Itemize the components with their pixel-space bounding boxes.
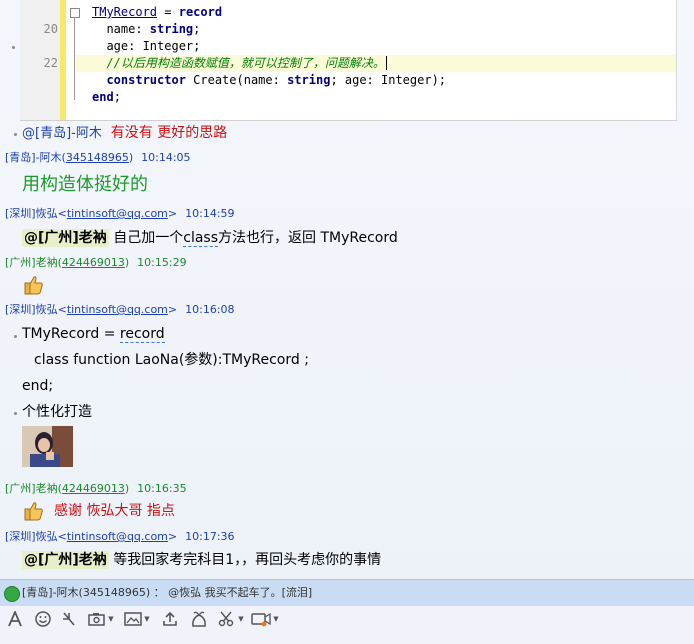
fold-line xyxy=(74,18,75,100)
code-screenshot-image[interactable]: 20 22 TMyRecord = record name: string; a… xyxy=(20,0,677,121)
record-icon[interactable]: ▼ xyxy=(250,609,280,629)
scissors-icon[interactable]: ▼ xyxy=(216,609,246,629)
mention-tag[interactable]: @[广州]老衲 xyxy=(22,229,109,247)
latest-message-text: [青岛]-阿木(345148965) ： @恢弘 我买不起车了。[流泪] xyxy=(22,586,313,599)
code-line: constructor Create(name: string; age: In… xyxy=(92,73,447,87)
message-text: @[青岛]-阿木 有没有 更好的思路 xyxy=(22,125,228,141)
code-gutter: 20 22 xyxy=(20,0,60,120)
sender-name: [广州]老衲( xyxy=(5,482,62,495)
latest-message-bar[interactable]: [青岛]-阿木(345148965) ： @恢弘 我买不起车了。[流泪] xyxy=(0,579,694,606)
sender-name: [深圳]恢弘< xyxy=(5,303,67,316)
shake-icon[interactable] xyxy=(60,609,78,629)
message-text: @[广州]老衲 等我回家考完科目1，，再回头考虑你的事情 xyxy=(22,551,382,569)
change-bar xyxy=(60,0,66,120)
timestamp: 10:14:59 xyxy=(185,207,235,220)
code-line: TMyRecord = record xyxy=(92,5,223,19)
gift-icon[interactable] xyxy=(188,609,210,629)
sender-name: [深圳]恢弘< xyxy=(5,207,67,220)
screenshot-icon[interactable]: ▼ xyxy=(86,609,116,629)
image-icon[interactable]: ▼ xyxy=(122,609,152,629)
line-number: 20 xyxy=(43,22,58,36)
sender-name: [深圳]恢弘< xyxy=(5,530,67,543)
message-line: end; xyxy=(22,378,54,394)
input-toolbar: ▼ ▼ ▼ ▼ xyxy=(0,606,694,644)
thumbs-up-icon xyxy=(24,502,43,521)
sender-id-link[interactable]: 345148965 xyxy=(66,151,129,164)
message-line: TMyRecord = record xyxy=(22,326,165,343)
shared-photo-image[interactable] xyxy=(22,426,73,467)
code-line: age: Integer; xyxy=(92,39,201,53)
message-text: 感谢 恢弘大哥 指点 xyxy=(54,503,175,519)
sender-id-link[interactable]: 424469013 xyxy=(62,482,125,495)
code-line: //以后用构造函数赋值，就可以控制了，问题解决。 xyxy=(76,55,676,72)
upload-icon[interactable] xyxy=(160,609,180,629)
mention-tag[interactable]: @[广州]老衲 xyxy=(22,551,109,569)
timestamp: 10:15:29 xyxy=(137,256,187,269)
bullet xyxy=(12,46,15,49)
message-text: 用构造体挺好的 xyxy=(22,174,148,195)
sender-email-link[interactable]: tintinsoft@qq.com xyxy=(67,530,168,543)
fold-toggle-icon xyxy=(70,8,80,18)
message-header: [青岛]-阿木(345148965) 10:14:05 xyxy=(5,151,191,164)
font-icon[interactable] xyxy=(6,609,24,629)
timestamp: 10:16:08 xyxy=(185,303,235,316)
bullet xyxy=(14,412,17,415)
timestamp: 10:14:05 xyxy=(141,151,191,164)
chat-history: 20 22 TMyRecord = record name: string; a… xyxy=(0,0,694,578)
timestamp: 10:17:36 xyxy=(185,530,235,543)
message-header: [广州]老衲(424469013) 10:16:35 xyxy=(5,482,187,495)
message-header: [深圳]恢弘<tintinsoft@qq.com> 10:14:59 xyxy=(5,207,235,220)
chat-bubble-icon xyxy=(4,586,20,602)
emoji-icon[interactable] xyxy=(34,609,52,629)
sender-email-link[interactable]: tintinsoft@qq.com xyxy=(67,207,168,220)
message-line: 个性化打造 xyxy=(22,404,92,420)
message-line: class function LaoNa(参数):TMyRecord ; xyxy=(34,352,309,368)
line-number: 22 xyxy=(43,56,58,70)
sender-name: [青岛]-阿木( xyxy=(5,151,66,164)
code-line: name: string; xyxy=(92,22,201,36)
thumbs-up-icon xyxy=(24,276,43,295)
message-text: @[广州]老衲 自己加一个class方法也行，返回 TMyRecord xyxy=(22,229,398,247)
message-header: [广州]老衲(424469013) 10:15:29 xyxy=(5,256,187,269)
timestamp: 10:16:35 xyxy=(137,482,187,495)
message-header: [深圳]恢弘<tintinsoft@qq.com> 10:17:36 xyxy=(5,530,235,543)
bullet xyxy=(14,133,17,136)
bullet xyxy=(14,335,17,338)
code-line: end; xyxy=(92,90,121,104)
message-header: [深圳]恢弘<tintinsoft@qq.com> 10:16:08 xyxy=(5,303,235,316)
sender-id-link[interactable]: 424469013 xyxy=(62,256,125,269)
sender-email-link[interactable]: tintinsoft@qq.com xyxy=(67,303,168,316)
sender-name: [广州]老衲( xyxy=(5,256,62,269)
